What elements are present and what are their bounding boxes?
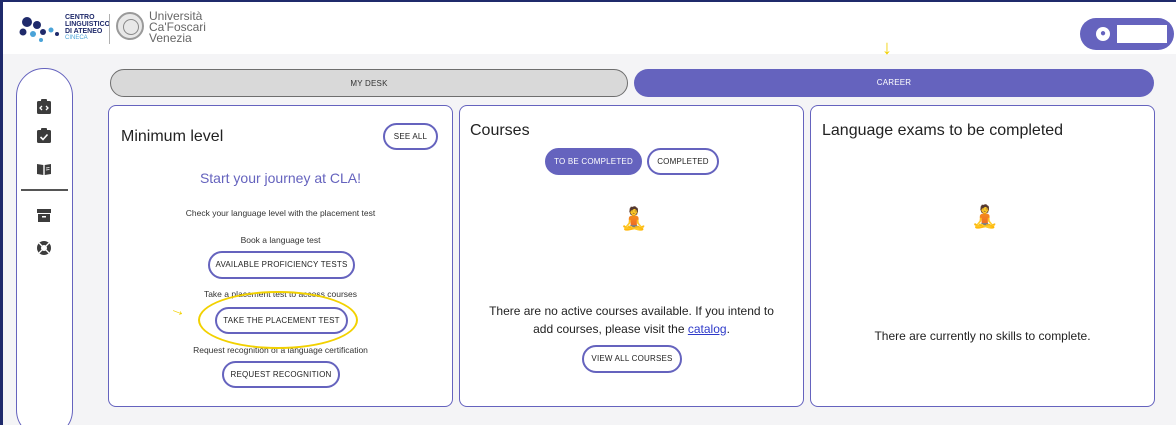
book-test-text: Book a language test <box>240 235 321 245</box>
university-seal-icon <box>116 12 144 40</box>
tab-career[interactable]: CAREER <box>634 69 1154 97</box>
tab-my-desk[interactable]: MY DESK <box>110 69 628 97</box>
university-name: Università Ca'Foscari Venezia <box>149 10 206 45</box>
annotation-highlight-circle <box>198 291 358 349</box>
cla-logo-line: DI ATENEO <box>65 28 103 35</box>
sidebar <box>16 68 73 425</box>
university-line: Venezia <box>149 31 192 45</box>
tab-completed[interactable]: COMPLETED <box>647 148 719 175</box>
language-exams-card: Language exams to be completed 🧘 There a… <box>810 105 1155 407</box>
archive-icon[interactable] <box>36 207 52 223</box>
cla-logo-line: LINGUISTICO <box>65 21 111 28</box>
top-bar: CENTRO LINGUISTICO DI ATENEO CINECA Univ… <box>3 2 1176 54</box>
clipboard-check-icon[interactable] <box>36 128 52 144</box>
meditation-icon: 🧘 <box>971 204 999 229</box>
available-proficiency-tests-button[interactable]: AVAILABLE PROFICIENCY TESTS <box>208 251 355 279</box>
meditation-icon: 🧘 <box>620 206 648 231</box>
view-all-courses-button[interactable]: VIEW ALL COURSES <box>582 345 682 373</box>
courses-title: Courses <box>470 122 530 139</box>
no-courses-line: There are no active courses available. I… <box>489 304 774 318</box>
cla-logo-sub: CINECA <box>65 35 88 41</box>
no-courses-text: add courses, please visit the <box>533 322 688 336</box>
cla-logo-text: CENTRO LINGUISTICO DI ATENEO CINECA <box>65 14 115 42</box>
no-skills-message: There are currently no skills to complet… <box>874 329 1091 343</box>
logo-divider <box>109 14 110 44</box>
no-courses-line-2: add courses, please visit the catalog. <box>460 320 803 338</box>
cla-logo-line: CENTRO <box>65 14 95 21</box>
book-open-icon[interactable] <box>36 161 52 177</box>
tab-to-be-completed[interactable]: TO BE COMPLETED <box>545 148 642 175</box>
user-name-redacted <box>1117 25 1167 43</box>
sidebar-divider <box>21 189 68 191</box>
catalog-link[interactable]: catalog <box>688 322 727 336</box>
tab-bar: MY DESK CAREER <box>110 69 1154 97</box>
code-badge-icon[interactable] <box>36 99 52 115</box>
user-icon: ● <box>1096 27 1110 41</box>
check-level-text: Check your language level with the place… <box>185 208 376 218</box>
no-courses-message: There are no active courses available. I… <box>460 302 803 338</box>
annotation-arrow-down-icon: ↓ <box>882 37 892 59</box>
request-recognition-button[interactable]: REQUEST RECOGNITION <box>222 361 340 388</box>
courses-card: Courses TO BE COMPLETED COMPLETED 🧘 Ther… <box>459 105 804 407</box>
cla-logo-icon <box>19 17 59 42</box>
journey-headline: Start your journey at CLA! <box>199 170 362 186</box>
window-frame-left <box>0 0 3 425</box>
no-courses-suffix: . <box>726 322 730 336</box>
user-menu-button[interactable]: ● <box>1080 18 1174 50</box>
lifebuoy-icon[interactable] <box>36 240 52 256</box>
minimum-level-title: Minimum level <box>121 128 224 145</box>
see-all-button[interactable]: SEE ALL <box>383 123 438 150</box>
language-exams-title: Language exams to be completed <box>822 122 1064 139</box>
minimum-level-card: Minimum level SEE ALL Start your journey… <box>108 105 453 407</box>
